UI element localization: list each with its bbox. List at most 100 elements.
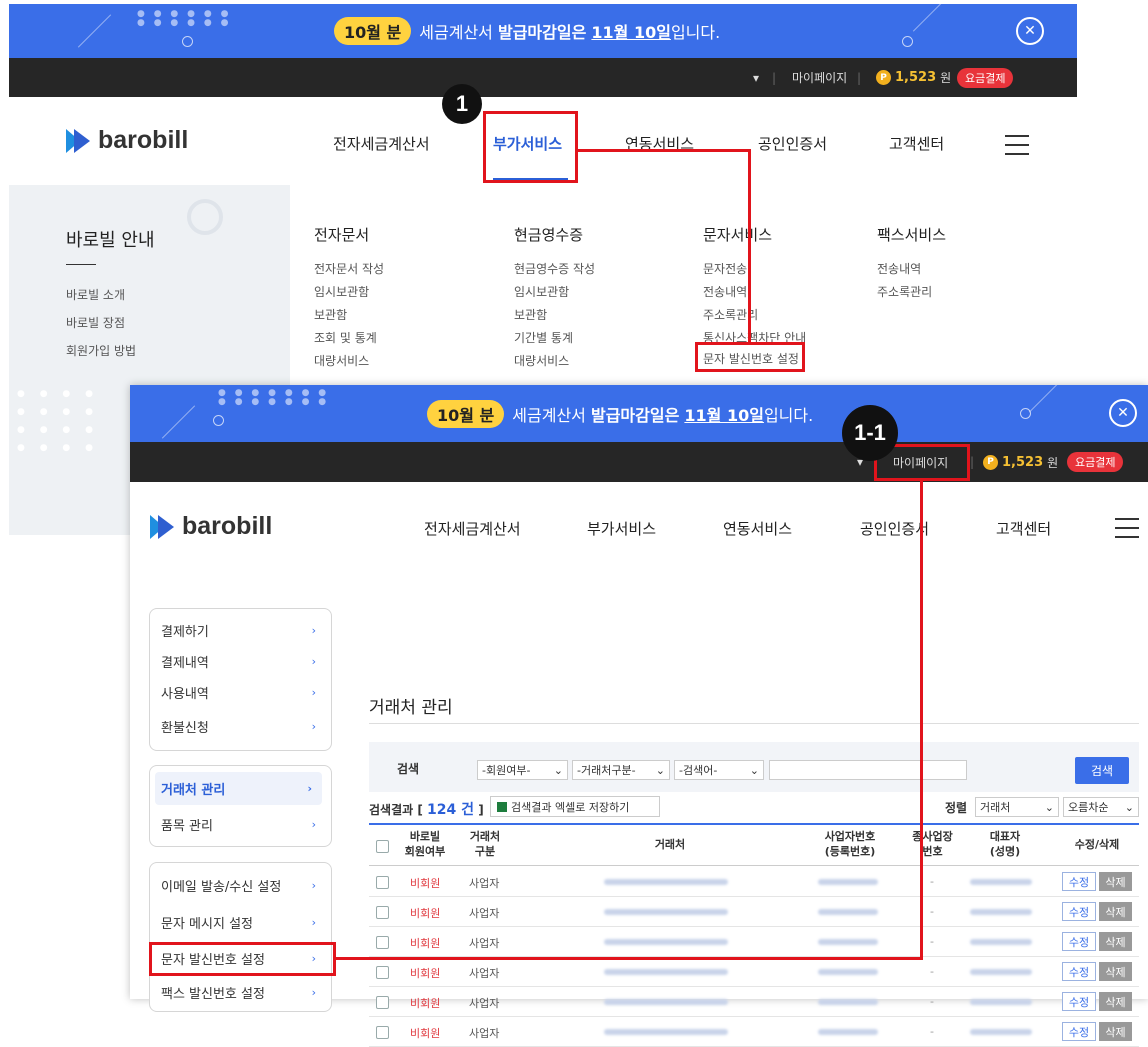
blurred-ceo-name [970,939,1032,945]
mega-link[interactable]: 대량서비스 [314,352,369,369]
gnb-additional-services[interactable]: 부가서비스 [587,518,656,539]
partner-type: 사업자 [469,877,500,890]
decor-circle [187,199,223,235]
notice-banner: ● ● ● ● ● ● ● ● ● ● ● ● ● ● 10월 분 세금계산서 발… [130,385,1148,442]
edit-button[interactable]: 수정 [1062,902,1096,921]
search-input[interactable] [769,760,967,780]
blurred-partner-name [604,939,728,945]
gnb-tax-invoice[interactable]: 전자세금계산서 [424,518,521,539]
sidebar-item-refund[interactable]: 환불신청 › [149,710,332,743]
edit-button[interactable]: 수정 [1062,992,1096,1011]
gnb-certificate[interactable]: 공인인증서 [860,518,929,539]
chevron-right-icon: › [311,655,316,668]
mega-link[interactable]: 임시보관함 [514,283,569,300]
edit-button[interactable]: 수정 [1062,1022,1096,1041]
edit-button[interactable]: 수정 [1062,962,1096,981]
sidebar-item-product-management[interactable]: 품목 관리 › [149,808,332,841]
col-bizno: 사업자번호 (등록번호) [824,830,876,858]
gnb-customer-center[interactable]: 고객센터 [996,518,1051,539]
mega-intro-link[interactable]: 바로빌 장점 [66,314,125,331]
row-checkbox[interactable] [376,876,389,889]
chevron-right-icon: › [311,916,316,929]
mega-link[interactable]: 기간별 통계 [514,329,573,346]
chevron-right-icon: › [311,720,316,733]
mega-link[interactable]: 보관함 [514,306,547,323]
dropdown-arrow-icon[interactable]: ▾ [753,58,759,97]
pay-button[interactable]: 요금결제 [1067,442,1124,482]
page-title: 거래처 관리 [369,698,453,718]
edit-button[interactable]: 수정 [1062,932,1096,951]
search-button[interactable]: 검색 [1075,757,1129,784]
mega-link[interactable]: 전송내역 [703,283,747,300]
gnb-certificate[interactable]: 공인인증서 [758,133,827,154]
delete-button[interactable]: 삭제 [1099,902,1132,921]
banner-decoration [161,405,196,439]
mega-link[interactable]: 보관함 [314,306,347,323]
row-checkbox[interactable] [376,936,389,949]
mega-intro-link[interactable]: 회원가입 방법 [66,342,136,359]
close-icon[interactable]: ✕ [1016,17,1044,45]
decor-dots: ● ● ● ● ● ● ● ● ● ● ● ● ● ● ● ● [17,389,99,453]
chevron-down-icon: ⌄ [749,763,759,777]
mega-link[interactable]: 주소록관리 [877,283,932,300]
blurred-partner-name [604,879,728,885]
sidebar-item-payment-history[interactable]: 결제내역 › [149,645,332,678]
banner-decoration [902,36,913,47]
mega-link[interactable]: 임시보관함 [314,283,369,300]
sidebar-item-email-settings[interactable]: 이메일 발송/수신 설정 › [149,869,332,902]
gnb-integration[interactable]: 연동서비스 [723,518,792,539]
sidebar-item-payment[interactable]: 결제하기 › [149,614,332,647]
connector-line [748,149,751,344]
banner-decoration [77,14,112,48]
delete-button[interactable]: 삭제 [1099,932,1132,951]
sidebar-item-partner-management[interactable]: 거래처 관리 › [155,772,322,805]
blurred-biz-number [818,1029,878,1035]
member-status: 비회원 [410,967,441,980]
delete-button[interactable]: 삭제 [1099,992,1132,1011]
select-all-checkbox[interactable] [376,840,389,853]
row-checkbox[interactable] [376,996,389,1009]
menu-icon[interactable] [1005,135,1029,162]
mega-intro-title: 바로빌 안내 [66,230,155,251]
row-checkbox[interactable] [376,906,389,919]
partner-type-select[interactable]: -거래처구분- ⌄ [572,760,670,780]
mega-intro-link[interactable]: 바로빌 소개 [66,286,125,303]
barobill-logo[interactable]: barobill [66,126,188,155]
edit-button[interactable]: 수정 [1062,872,1096,891]
row-checkbox[interactable] [376,1026,389,1039]
excel-export-button[interactable]: 검색결과 엑셀로 저장하기 [490,796,660,817]
logo-mark-icon [150,514,176,539]
mega-link[interactable]: 전자문서 작성 [314,260,384,277]
partner-type: 사업자 [469,967,500,980]
pay-button[interactable]: 요금결제 [957,58,1014,97]
row-checkbox[interactable] [376,966,389,979]
mega-link[interactable]: 전송내역 [877,260,921,277]
search-field-select[interactable]: -검색어- ⌄ [674,760,764,780]
mega-link[interactable]: 현금영수증 작성 [514,260,595,277]
menu-icon[interactable] [1115,518,1139,545]
sidebar-item-sms-settings[interactable]: 문자 메시지 설정 › [149,906,332,939]
blurred-ceo-name [970,999,1032,1005]
barobill-logo[interactable]: barobill [150,512,272,541]
blurred-ceo-name [970,879,1032,885]
close-icon[interactable]: ✕ [1109,399,1137,427]
gnb-customer-center[interactable]: 고객센터 [889,133,944,154]
points-display: P 1,523 원 [876,58,951,97]
sidebar-item-usage[interactable]: 사용내역 › [149,676,332,709]
mega-link[interactable]: 문자전송 [703,260,747,277]
sidebar-item-fax-sender-number[interactable]: 팩스 발신번호 설정 › [149,976,332,1009]
delete-button[interactable]: 삭제 [1099,1022,1132,1041]
sort-field-select[interactable]: 거래처 ⌄ [975,797,1059,817]
step-badge: 1-1 [842,405,898,461]
member-filter-select[interactable]: -회원여부- ⌄ [477,760,568,780]
delete-button[interactable]: 삭제 [1099,872,1132,891]
sort-order-select[interactable]: 오름차순 ⌄ [1063,797,1139,817]
delete-button[interactable]: 삭제 [1099,962,1132,981]
col-member: 바로빌 회원여부 [404,830,446,858]
gnb-tax-invoice[interactable]: 전자세금계산서 [333,133,430,154]
chevron-down-icon: ⌄ [553,763,563,777]
mega-link[interactable]: 대량서비스 [514,352,569,369]
branch-number: - [930,995,934,1008]
mypage-link[interactable]: 마이페이지 [792,58,847,97]
mega-link[interactable]: 조회 및 통계 [314,329,377,346]
